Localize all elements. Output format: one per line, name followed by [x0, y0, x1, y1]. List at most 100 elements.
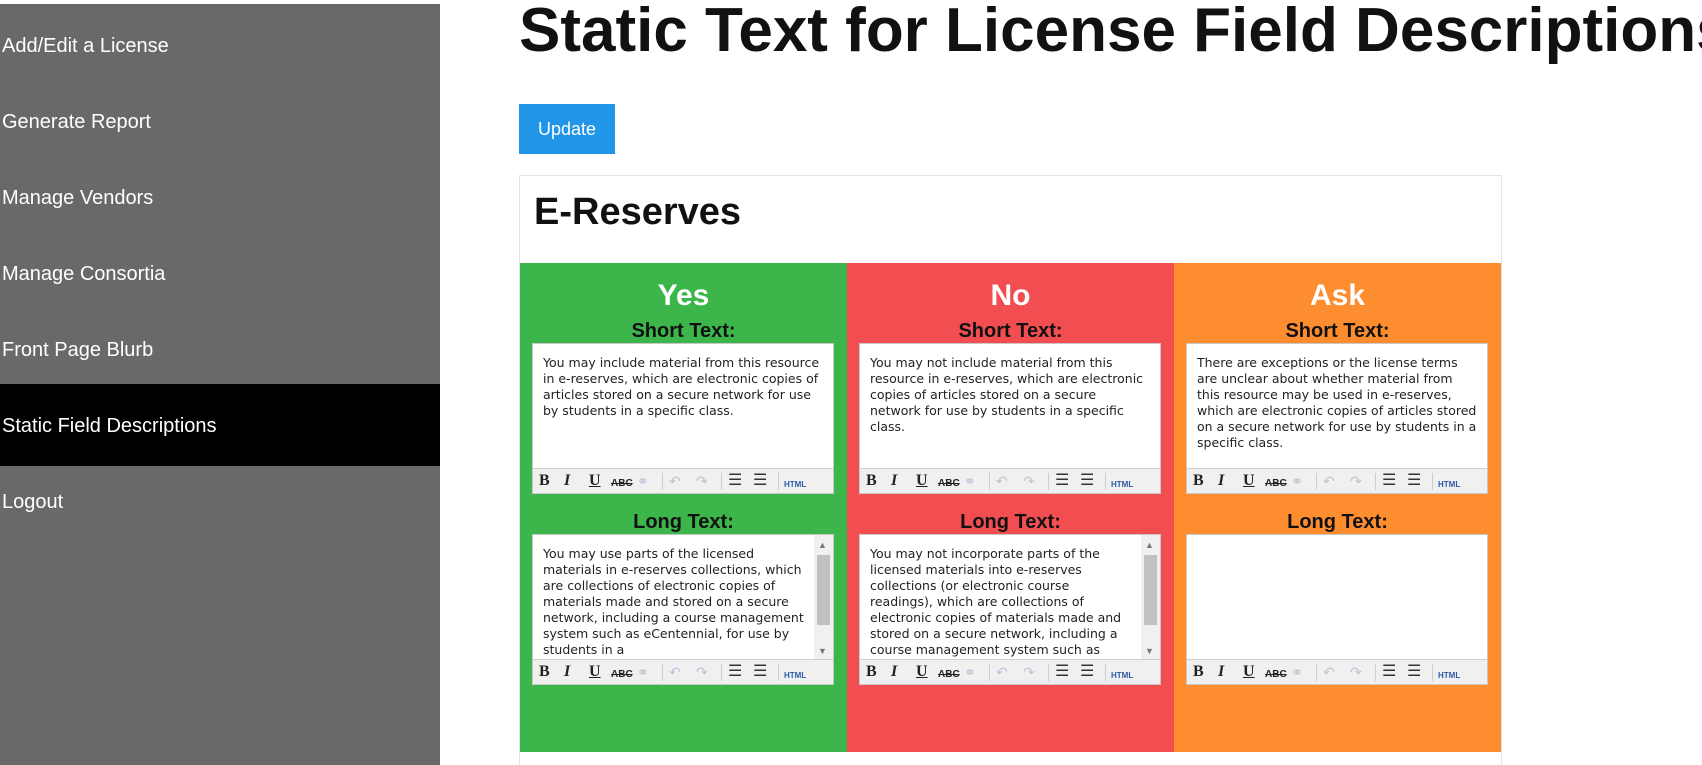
- toolbar-separator: [1048, 664, 1049, 681]
- link-icon[interactable]: ⚭: [637, 472, 649, 490]
- strikethrough-icon[interactable]: ABC: [611, 666, 633, 684]
- nav-add-edit-license[interactable]: Add/Edit a License: [0, 4, 440, 86]
- nav-manage-consortia[interactable]: Manage Consortia: [0, 232, 440, 314]
- underline-icon[interactable]: U: [1243, 663, 1255, 681]
- link-icon[interactable]: ⚭: [637, 663, 649, 681]
- redo-icon[interactable]: ↷: [696, 663, 708, 681]
- numbered-list-icon[interactable]: ☰: [753, 663, 767, 681]
- link-icon[interactable]: ⚭: [1291, 663, 1303, 681]
- undo-icon[interactable]: ↶: [669, 472, 681, 490]
- italic-icon[interactable]: I: [1218, 663, 1224, 681]
- scroll-thumb[interactable]: [817, 555, 830, 625]
- nav-generate-report[interactable]: Generate Report: [0, 80, 440, 162]
- nav-front-page-blurb[interactable]: Front Page Blurb: [0, 308, 440, 390]
- short-text-input[interactable]: You may not include material from this r…: [860, 344, 1160, 470]
- underline-icon[interactable]: U: [916, 663, 928, 681]
- bold-icon[interactable]: B: [1193, 472, 1204, 490]
- bullet-list-icon[interactable]: ☰: [1382, 472, 1396, 490]
- underline-icon[interactable]: U: [589, 472, 601, 490]
- bullet-list-icon[interactable]: ☰: [1055, 663, 1069, 681]
- toolbar-separator: [1048, 473, 1049, 490]
- link-icon[interactable]: ⚭: [964, 663, 976, 681]
- short-text-editor: You may include material from this resou…: [532, 343, 834, 494]
- undo-icon[interactable]: ↶: [996, 472, 1008, 490]
- numbered-list-icon[interactable]: ☰: [1080, 472, 1094, 490]
- italic-icon[interactable]: I: [564, 663, 570, 681]
- bold-icon[interactable]: B: [1193, 663, 1204, 681]
- long-text-input[interactable]: [1187, 535, 1487, 661]
- section-title: E-Reserves: [534, 191, 742, 233]
- italic-icon[interactable]: I: [891, 472, 897, 490]
- numbered-list-icon[interactable]: ☰: [1407, 663, 1421, 681]
- strikethrough-icon[interactable]: ABC: [1265, 475, 1287, 493]
- toolbar-separator: [721, 473, 722, 490]
- long-editor-toolbar: B I U ABC ⚭ ↶ ↷ ☰ ☰ HTML: [533, 659, 833, 684]
- scroll-down-icon[interactable]: ▼: [1145, 646, 1154, 656]
- nav-label: Front Page Blurb: [2, 339, 154, 361]
- column-heading: No: [990, 279, 1031, 312]
- html-source-icon[interactable]: HTML: [1438, 667, 1460, 685]
- scroll-up-icon[interactable]: ▲: [1145, 540, 1154, 550]
- scrollbar[interactable]: ▲ ▼: [814, 535, 833, 661]
- strikethrough-icon[interactable]: ABC: [938, 475, 960, 493]
- strikethrough-icon[interactable]: ABC: [611, 475, 633, 493]
- html-source-icon[interactable]: HTML: [784, 476, 806, 494]
- nav-label: Manage Consortia: [2, 263, 166, 285]
- scroll-down-icon[interactable]: ▼: [818, 646, 827, 656]
- italic-icon[interactable]: I: [564, 472, 570, 490]
- italic-icon[interactable]: I: [891, 663, 897, 681]
- redo-icon[interactable]: ↷: [1023, 472, 1035, 490]
- toolbar-separator: [989, 664, 990, 681]
- numbered-list-icon[interactable]: ☰: [1407, 472, 1421, 490]
- long-text-label: Long Text:: [633, 511, 734, 533]
- long-text-input[interactable]: You may use parts of the licensed materi…: [533, 535, 833, 661]
- undo-icon[interactable]: ↶: [1323, 663, 1335, 681]
- underline-icon[interactable]: U: [1243, 472, 1255, 490]
- nav-label: Generate Report: [2, 111, 151, 133]
- bullet-list-icon[interactable]: ☰: [1382, 663, 1396, 681]
- short-text-input[interactable]: You may include material from this resou…: [533, 344, 833, 470]
- link-icon[interactable]: ⚭: [1291, 472, 1303, 490]
- bold-icon[interactable]: B: [539, 663, 550, 681]
- underline-icon[interactable]: U: [589, 663, 601, 681]
- link-icon[interactable]: ⚭: [964, 472, 976, 490]
- bullet-list-icon[interactable]: ☰: [1055, 472, 1069, 490]
- html-source-icon[interactable]: HTML: [1111, 667, 1133, 685]
- strikethrough-icon[interactable]: ABC: [1265, 666, 1287, 684]
- nav-label: Add/Edit a License: [2, 35, 169, 57]
- redo-icon[interactable]: ↷: [1350, 472, 1362, 490]
- long-text-input[interactable]: You may not incorporate parts of the lic…: [860, 535, 1160, 661]
- html-source-icon[interactable]: HTML: [1111, 476, 1133, 494]
- strikethrough-icon[interactable]: ABC: [938, 666, 960, 684]
- italic-icon[interactable]: I: [1218, 472, 1224, 490]
- undo-icon[interactable]: ↶: [996, 663, 1008, 681]
- nav-logout[interactable]: Logout: [0, 460, 440, 542]
- nav-manage-vendors[interactable]: Manage Vendors: [0, 156, 440, 238]
- numbered-list-icon[interactable]: ☰: [1080, 663, 1094, 681]
- short-text-input[interactable]: There are exceptions or the license term…: [1187, 344, 1487, 470]
- numbered-list-icon[interactable]: ☰: [753, 472, 767, 490]
- redo-icon[interactable]: ↷: [696, 472, 708, 490]
- underline-icon[interactable]: U: [916, 472, 928, 490]
- bullet-list-icon[interactable]: ☰: [728, 472, 742, 490]
- nav-static-field-descriptions[interactable]: Static Field Descriptions: [0, 384, 440, 466]
- scrollbar[interactable]: ▲ ▼: [1141, 535, 1160, 661]
- bold-icon[interactable]: B: [539, 472, 550, 490]
- scroll-thumb[interactable]: [1144, 555, 1157, 625]
- nav-label: Static Field Descriptions: [2, 415, 217, 437]
- html-source-icon[interactable]: HTML: [784, 667, 806, 685]
- column-yes: Yes Short Text: You may include material f…: [520, 263, 847, 752]
- short-editor-toolbar: B I U ABC ⚭ ↶ ↷ ☰ ☰ HTML: [1187, 468, 1487, 493]
- undo-icon[interactable]: ↶: [1323, 472, 1335, 490]
- short-text-editor: There are exceptions or the license term…: [1186, 343, 1488, 494]
- scroll-up-icon[interactable]: ▲: [818, 540, 827, 550]
- sidebar: Add/Edit a License Generate Report Manag…: [0, 4, 440, 765]
- redo-icon[interactable]: ↷: [1350, 663, 1362, 681]
- undo-icon[interactable]: ↶: [669, 663, 681, 681]
- bold-icon[interactable]: B: [866, 663, 877, 681]
- bullet-list-icon[interactable]: ☰: [728, 663, 742, 681]
- bold-icon[interactable]: B: [866, 472, 877, 490]
- html-source-icon[interactable]: HTML: [1438, 476, 1460, 494]
- redo-icon[interactable]: ↷: [1023, 663, 1035, 681]
- update-button[interactable]: Update: [519, 104, 615, 154]
